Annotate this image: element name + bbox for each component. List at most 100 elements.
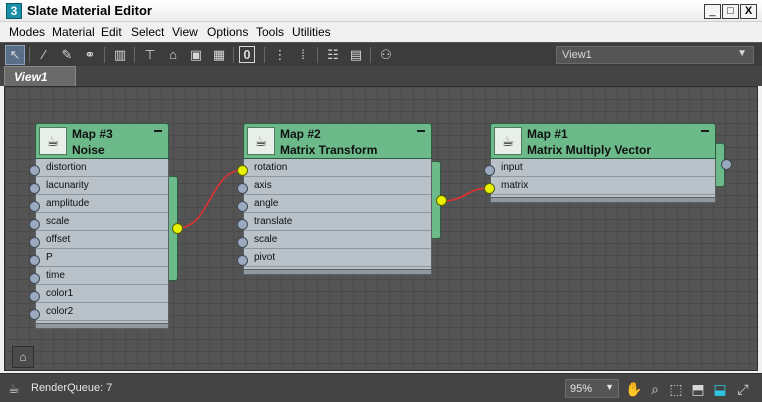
menu-material[interactable]: Material — [52, 25, 95, 39]
teapot-icon: ☕ — [8, 381, 20, 396]
menu-view[interactable]: View — [172, 25, 198, 39]
node-header[interactable]: ☕ Map #3 Noise — [35, 123, 169, 159]
node-title: Map #1 — [527, 127, 568, 141]
input-socket[interactable] — [29, 237, 40, 248]
output-socket[interactable] — [436, 195, 447, 206]
input-socket[interactable] — [237, 165, 248, 176]
input-socket[interactable] — [237, 255, 248, 266]
chevron-down-icon: ▼ — [605, 382, 614, 392]
slot-rotation: rotation — [244, 159, 431, 177]
input-socket[interactable] — [29, 309, 40, 320]
checker-icon[interactable]: ▦ — [209, 45, 229, 65]
show-map-icon[interactable]: ⚇ — [376, 45, 396, 65]
maximize-button[interactable]: □ — [722, 4, 739, 19]
menu-tools[interactable]: Tools — [256, 25, 284, 39]
view-select-value: View1 — [562, 49, 592, 61]
slot-scale: scale — [36, 213, 168, 231]
menu-modes[interactable]: Modes — [9, 25, 45, 39]
sample-slot-icon[interactable]: 0 — [239, 46, 255, 63]
input-socket[interactable] — [29, 255, 40, 266]
node-details-icon[interactable]: ▤ — [346, 45, 366, 65]
toolbar: ↖ ⁄ ✎ ⚭ ▥ ⊤ ⌂ ▣ ▦ 0 ⋮ ⁞ ☷ ▤ ⚇ View1 ▼ — [0, 42, 762, 66]
node-subtitle: Matrix Transform — [280, 143, 378, 157]
node-footer — [35, 324, 169, 329]
slot-color1: color1 — [36, 285, 168, 303]
slot-label: pivot — [254, 252, 276, 263]
app-icon: 3 — [6, 3, 22, 19]
input-socket[interactable] — [237, 201, 248, 212]
slot-amplitude: amplitude — [36, 195, 168, 213]
delete-icon[interactable]: ▥ — [110, 45, 130, 65]
minimize-button[interactable]: _ — [704, 4, 721, 19]
input-socket[interactable] — [29, 291, 40, 302]
input-socket[interactable] — [29, 183, 40, 194]
zoom-extents-icon[interactable]: ⬒ — [688, 379, 708, 399]
node-title: Map #3 — [72, 127, 113, 141]
select-arrow-icon[interactable]: ↖ — [5, 45, 25, 65]
teapot-icon: ☕ — [247, 127, 275, 155]
slot-distortion: distortion — [36, 159, 168, 177]
put-to-scene-icon[interactable]: ⚭ — [80, 45, 100, 65]
zoom-region-icon[interactable]: ⬚ — [666, 379, 686, 399]
node-header[interactable]: ☕ Map #2 Matrix Transform — [243, 123, 432, 159]
menu-edit[interactable]: Edit — [101, 25, 122, 39]
output-socket[interactable] — [172, 223, 183, 234]
input-socket[interactable] — [484, 165, 495, 176]
slot-scale: scale — [244, 231, 431, 249]
collapse-icon[interactable] — [417, 130, 425, 132]
slot-label: rotation — [254, 162, 288, 173]
lock-icon[interactable]: ⌂ — [163, 45, 183, 65]
hierarchy-icon[interactable]: ☷ — [323, 45, 343, 65]
menu-select[interactable]: Select — [131, 25, 164, 39]
pick-material-icon[interactable]: ✎ — [57, 45, 77, 65]
input-socket[interactable] — [29, 219, 40, 230]
input-socket[interactable] — [29, 165, 40, 176]
input-socket[interactable] — [237, 237, 248, 248]
move-children-icon[interactable]: ⊤ — [140, 45, 160, 65]
slot-label: translate — [254, 216, 293, 227]
node-header[interactable]: ☕ Map #1 Matrix Multiply Vector — [490, 123, 716, 159]
zoom-value: 95% — [570, 383, 593, 395]
tab-strip: View1 — [0, 66, 762, 86]
toolbar-separator — [233, 47, 234, 63]
node-canvas[interactable]: ☕ Map #3 Noise distortion lacunarity amp… — [4, 86, 758, 371]
toolbar-separator — [370, 47, 371, 63]
menu-options[interactable]: Options — [207, 25, 248, 39]
view-select[interactable]: View1 ▼ — [556, 46, 754, 64]
slot-label: matrix — [501, 180, 529, 191]
zoom-extents-selected-icon[interactable]: ⬓ — [710, 379, 730, 399]
input-socket[interactable] — [29, 201, 40, 212]
background-icon[interactable]: ▣ — [186, 45, 206, 65]
node-body: rotation axis angle translate scale pivo… — [243, 159, 432, 270]
input-socket[interactable] — [237, 219, 248, 230]
slot-color2: color2 — [36, 303, 168, 321]
eyedropper-icon[interactable]: ⁄ — [34, 45, 54, 65]
input-socket[interactable] — [237, 183, 248, 194]
slot-lacunarity: lacunarity — [36, 177, 168, 195]
window-title: Slate Material Editor — [27, 3, 152, 18]
teapot-icon: ☕ — [39, 127, 67, 155]
toolbar-separator — [264, 47, 265, 63]
input-socket[interactable] — [484, 183, 495, 194]
menu-utilities[interactable]: Utilities — [292, 25, 331, 39]
zoom-select[interactable]: 95% ▼ — [565, 379, 619, 398]
toolbar-separator — [134, 47, 135, 63]
slot-label: lacunarity — [46, 180, 89, 191]
collapse-icon[interactable] — [154, 130, 162, 132]
tab-view1[interactable]: View1 — [4, 66, 76, 86]
render-queue-text: RenderQueue: 7 — [31, 382, 113, 394]
slot-input: input — [491, 159, 715, 177]
input-socket[interactable] — [29, 273, 40, 284]
output-socket[interactable] — [721, 159, 732, 170]
node-footer — [243, 270, 432, 275]
maximize-view-icon[interactable]: ⤢ — [733, 379, 753, 399]
navigator-icon[interactable]: ⌂ — [12, 346, 34, 368]
layout-icon[interactable]: ⋮ — [270, 45, 290, 65]
layout-children-icon[interactable]: ⁞ — [293, 45, 313, 65]
status-bar: ☕ RenderQueue: 7 95% ▼ ✋ ⌕ ⬚ ⬒ ⬓ ⤢ — [0, 373, 762, 402]
pan-hand-icon[interactable]: ✋ — [624, 379, 644, 399]
zoom-magnifier-icon[interactable]: ⌕ — [645, 379, 665, 399]
slot-label: angle — [254, 198, 279, 209]
collapse-icon[interactable] — [701, 130, 709, 132]
close-button[interactable]: X — [740, 4, 757, 19]
